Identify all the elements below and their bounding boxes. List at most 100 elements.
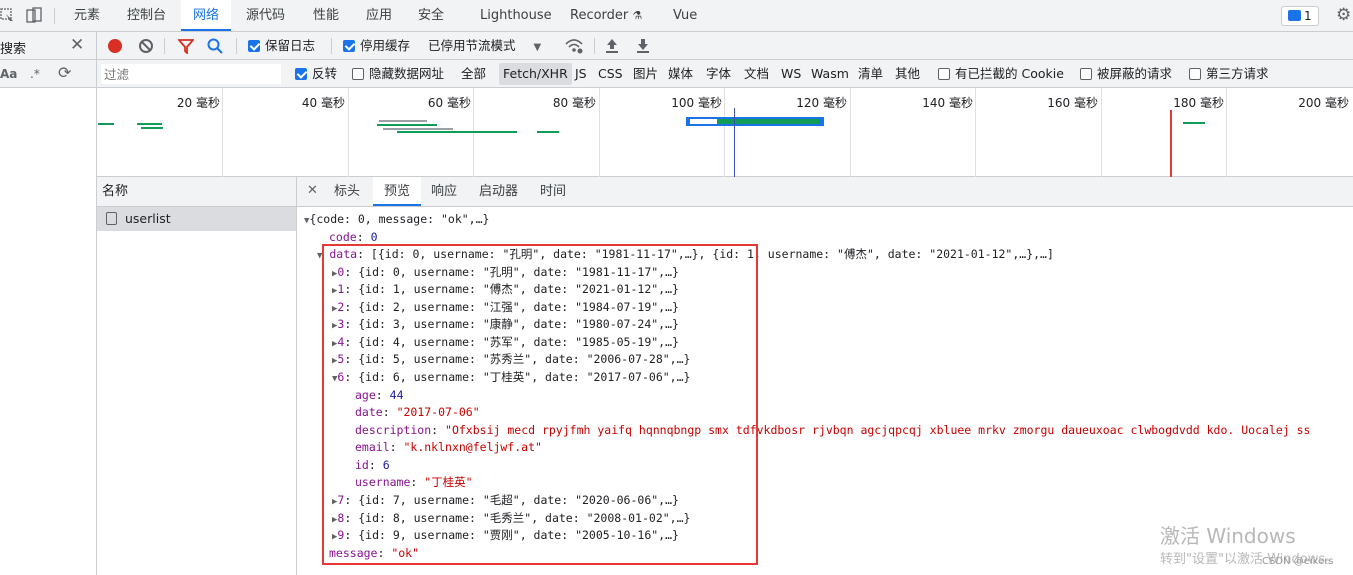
tick-label: 140 毫秒: [922, 96, 973, 110]
tab-lighthouse[interactable]: Lighthouse: [480, 0, 552, 32]
request-name: userlist: [125, 211, 171, 226]
throttling-value: 已停用节流模式: [428, 38, 516, 53]
request-row[interactable]: userlist: [97, 207, 296, 231]
type-filter-img[interactable]: 图片: [633, 60, 658, 88]
type-filter-font[interactable]: 字体: [706, 60, 731, 88]
disable-cache-label: 停用缓存: [360, 38, 411, 53]
load-event-marker: [1170, 110, 1172, 177]
tick-label: 100 毫秒: [671, 96, 722, 110]
settings-gear-icon[interactable]: ⚙: [1336, 5, 1351, 25]
filter-icon[interactable]: [177, 38, 195, 57]
network-overview[interactable]: 20 毫秒 40 毫秒 60 毫秒 80 毫秒 100 毫秒 120 毫秒 14…: [97, 88, 1353, 177]
issues-count: 1: [1304, 9, 1312, 23]
tick-label: 40 毫秒: [301, 96, 345, 110]
tab-recorder-label: Recorder: [570, 8, 629, 23]
throttling-select[interactable]: 已停用节流模式 ▼: [428, 32, 541, 60]
tab-security[interactable]: 安全: [418, 0, 444, 32]
hide-data-urls-checkbox[interactable]: 隐藏数据网址: [352, 60, 444, 88]
type-filter-css[interactable]: CSS: [598, 60, 623, 88]
tab-performance[interactable]: 性能: [313, 0, 339, 32]
tab-initiator[interactable]: 启动器: [479, 177, 518, 207]
refresh-icon[interactable]: ⟳: [58, 63, 71, 82]
search-pane: 搜索 ✕ Aa .* ⟳: [0, 32, 97, 575]
type-filter-wasm[interactable]: Wasm: [811, 60, 849, 88]
request-list: 名称 userlist: [97, 177, 297, 575]
tab-recorder[interactable]: Recorder ⚗: [570, 0, 642, 32]
request-bar: [1183, 122, 1205, 124]
inspect-element-icon[interactable]: [0, 7, 14, 23]
search-pane-title: 搜索: [0, 42, 27, 57]
clear-icon[interactable]: [139, 39, 153, 53]
type-filter-all[interactable]: 全部: [461, 60, 486, 88]
type-filter-ws[interactable]: WS: [781, 60, 801, 88]
tab-preview[interactable]: 预览: [373, 177, 421, 206]
request-bar: [379, 120, 427, 122]
type-filter-other[interactable]: 其他: [895, 60, 920, 88]
close-detail-icon[interactable]: ✕: [307, 183, 318, 198]
highlight-box: [322, 244, 758, 565]
invert-checkbox[interactable]: 反转: [295, 60, 337, 88]
tab-elements[interactable]: 元素: [74, 0, 100, 32]
type-filter-js[interactable]: JS: [575, 60, 587, 88]
tab-network[interactable]: 网络: [181, 0, 231, 31]
tick-label: 200 毫秒: [1298, 96, 1349, 110]
close-search-icon[interactable]: ✕: [70, 35, 84, 55]
tick-label: 120 毫秒: [796, 96, 847, 110]
request-bar: [397, 131, 517, 133]
blocked-requests-label: 被屏蔽的请求: [1097, 66, 1173, 81]
record-icon[interactable]: [108, 39, 122, 53]
issues-badge[interactable]: 1: [1281, 6, 1319, 26]
name-column-header[interactable]: 名称: [97, 177, 296, 207]
windows-activation-title: 激活 Windows: [1160, 524, 1296, 548]
tab-application[interactable]: 应用: [366, 0, 392, 32]
request-detail-tabs: ✕ 标头 预览 响应 启动器 时间: [297, 177, 1353, 207]
import-har-icon[interactable]: [605, 38, 619, 57]
tab-sources[interactable]: 源代码: [246, 0, 285, 32]
json-number: 0: [370, 230, 378, 244]
chevron-down-icon: ▼: [533, 42, 542, 53]
message-icon: [1288, 10, 1301, 21]
type-filter-media[interactable]: 媒体: [668, 60, 693, 88]
tab-headers[interactable]: 标头: [334, 177, 360, 207]
type-filter-manifest[interactable]: 清单: [858, 60, 883, 88]
tab-vue[interactable]: Vue: [673, 0, 697, 32]
tick-label: 160 毫秒: [1047, 96, 1098, 110]
type-filter-fetch-xhr[interactable]: Fetch/XHR: [499, 63, 572, 85]
network-toolbar: 保留日志 停用缓存 已停用节流模式 ▼: [97, 32, 1353, 60]
third-party-label: 第三方请求: [1206, 66, 1269, 81]
regex-toggle[interactable]: .*: [30, 67, 40, 81]
json-root-node[interactable]: ▼{code: 0, message: "ok",…}: [304, 211, 489, 228]
csdn-watermark: CSDN @eikers: [1262, 556, 1334, 567]
search-icon[interactable]: [207, 38, 223, 57]
tick-label: 60 毫秒: [427, 96, 471, 110]
export-har-icon[interactable]: [636, 38, 650, 57]
search-pane-header: 搜索 ✕: [0, 32, 96, 60]
disable-cache-checkbox[interactable]: 停用缓存: [343, 32, 410, 60]
document-icon: [106, 212, 117, 225]
blocked-cookies-checkbox[interactable]: 有已拦截的 Cookie: [938, 60, 1064, 88]
match-case-toggle[interactable]: Aa: [0, 67, 17, 81]
request-bar: [141, 127, 163, 129]
json-key: code: [329, 230, 357, 244]
network-conditions-icon[interactable]: [564, 37, 584, 58]
request-bar: [137, 123, 162, 125]
blocked-requests-checkbox[interactable]: 被屏蔽的请求: [1080, 60, 1172, 88]
root-summary: {code: 0, message: "ok",…}: [309, 212, 490, 226]
tick-label: 80 毫秒: [552, 96, 596, 110]
request-bar: [377, 124, 437, 126]
dom-content-loaded-marker: [734, 108, 735, 177]
request-bar: [537, 131, 559, 133]
type-filter-doc[interactable]: 文档: [744, 60, 769, 88]
request-bar: [383, 128, 453, 130]
tab-console[interactable]: 控制台: [127, 0, 166, 32]
hide-data-urls-label: 隐藏数据网址: [369, 66, 445, 81]
filter-input[interactable]: [101, 64, 281, 84]
device-toolbar-icon[interactable]: [26, 7, 42, 23]
preserve-log-checkbox[interactable]: 保留日志: [248, 32, 315, 60]
selected-request-bar-fill: [690, 119, 720, 124]
devtools-tab-bar: 元素 控制台 网络 源代码 性能 应用 安全 Lighthouse Record…: [0, 0, 1353, 32]
third-party-checkbox[interactable]: 第三方请求: [1189, 60, 1269, 88]
tab-timing[interactable]: 时间: [540, 177, 566, 207]
tab-response[interactable]: 响应: [431, 177, 457, 207]
tick-label: 180 毫秒: [1173, 96, 1224, 110]
